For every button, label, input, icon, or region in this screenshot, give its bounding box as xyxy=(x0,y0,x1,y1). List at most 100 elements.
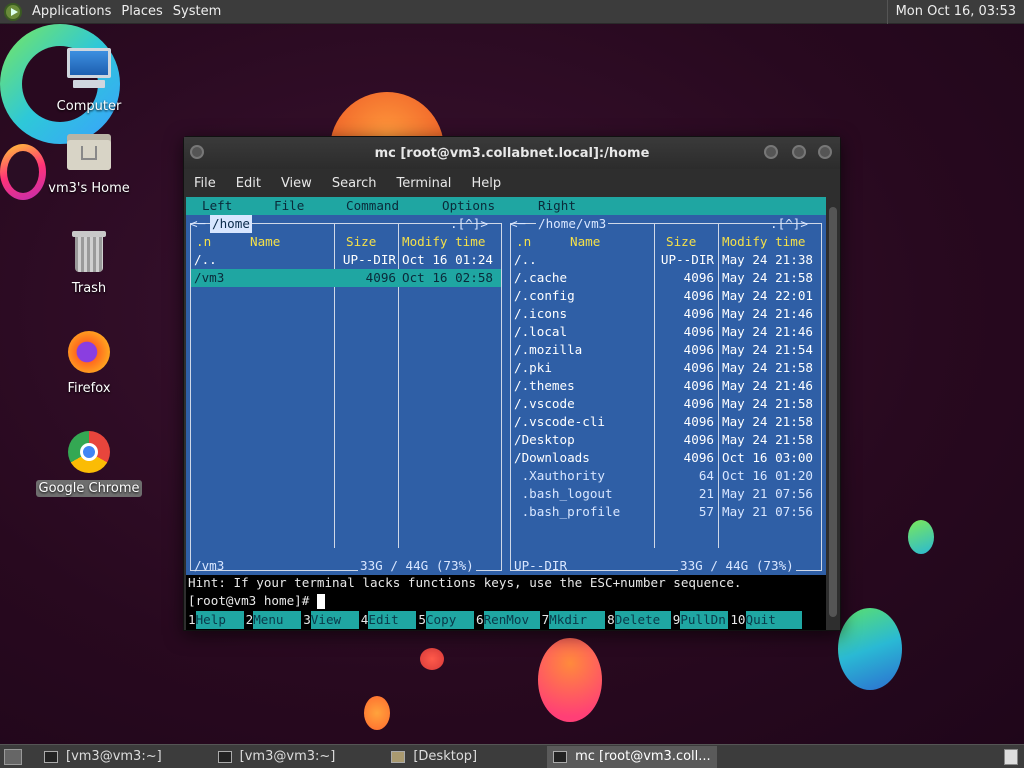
right-row-name[interactable]: /.cache xyxy=(514,269,567,287)
left-header-name[interactable]: Name xyxy=(250,233,280,251)
applications-icon[interactable] xyxy=(4,2,22,21)
window-menu-icon[interactable] xyxy=(190,145,204,159)
trash-icon xyxy=(65,228,113,276)
fkey-menu[interactable]: 2 Menu xyxy=(243,611,302,629)
fkey-label: Menu xyxy=(253,611,302,629)
fkey-mkdir[interactable]: 7 Mkdir xyxy=(539,611,606,629)
left-row-name[interactable]: /.. xyxy=(194,251,217,269)
right-row-time: May 24 21:58 xyxy=(722,396,813,411)
desktop-icon-label: Computer xyxy=(56,99,122,114)
right-row-name[interactable]: .bash_logout xyxy=(514,485,613,503)
right-row-time: May 24 21:58 xyxy=(722,414,813,429)
right-row-name[interactable]: /.. xyxy=(514,251,537,269)
menu-file[interactable]: File xyxy=(194,176,216,191)
taskbar-item-desktop[interactable]: [Desktop] xyxy=(385,746,483,768)
minimize-icon[interactable] xyxy=(764,145,778,159)
mc-left-panel[interactable]: <─ /home .[^]> .n Name Size Modify time … xyxy=(186,215,506,575)
mc-menu-left[interactable]: Left xyxy=(202,197,232,215)
desktop-icon-home[interactable]: vm3's Home xyxy=(34,128,144,197)
fkey-help[interactable]: 1 Help xyxy=(186,611,244,629)
right-panel-disk: 33G / 44G (73%) xyxy=(678,557,796,575)
fkey-quit[interactable]: 10 Quit xyxy=(728,611,802,629)
menu-search[interactable]: Search xyxy=(332,176,377,191)
left-row-name[interactable]: /vm3 xyxy=(194,269,225,287)
workspace-switcher[interactable] xyxy=(1004,748,1018,765)
left-panel-corner[interactable]: .[^]> xyxy=(450,215,488,233)
right-row-name[interactable]: /.themes xyxy=(514,377,575,395)
fkey-delete[interactable]: 8 Delete xyxy=(605,611,671,629)
shell-prompt[interactable]: [root@vm3 home]# xyxy=(188,593,325,609)
terminal-area[interactable]: Left File Command Options Right <─ /home… xyxy=(186,197,826,630)
right-row-size: 4096 xyxy=(683,450,714,465)
show-desktop-icon[interactable] xyxy=(4,748,22,765)
right-row-name[interactable]: /.vscode-cli xyxy=(514,413,605,431)
fkey-number: 9 xyxy=(670,611,681,629)
menu-system[interactable]: System xyxy=(173,4,221,19)
fkey-number: 10 xyxy=(728,611,746,629)
fkey-number: 3 xyxy=(301,611,311,629)
fkey-view[interactable]: 3 View xyxy=(301,611,359,629)
right-row-name[interactable]: /Desktop xyxy=(514,431,575,449)
firefox-icon xyxy=(65,328,113,376)
taskbar-item-terminal-1[interactable]: [vm3@vm3:~] xyxy=(38,746,168,768)
mc-menu-options[interactable]: Options xyxy=(442,197,495,215)
fkey-copy[interactable]: 5 Copy xyxy=(416,611,474,629)
right-row-time: May 24 21:46 xyxy=(722,306,813,321)
right-panel-corner[interactable]: .[^]> xyxy=(770,215,808,233)
right-row-time: May 21 07:56 xyxy=(722,504,813,519)
menu-terminal[interactable]: Terminal xyxy=(396,176,451,191)
fkey-edit[interactable]: 4 Edit xyxy=(358,611,417,629)
menu-help[interactable]: Help xyxy=(471,176,501,191)
right-row-name[interactable]: /.pki xyxy=(514,359,552,377)
right-row-name[interactable]: .Xauthority xyxy=(514,467,605,485)
left-header-modify[interactable]: Modify time xyxy=(402,233,485,251)
right-row-name[interactable]: /Downloads xyxy=(514,449,590,467)
menu-applications[interactable]: Applications xyxy=(32,4,111,19)
right-row-size: 4096 xyxy=(683,270,714,285)
menu-places[interactable]: Places xyxy=(121,4,162,19)
window-titlebar[interactable]: mc [root@vm3.collabnet.local]:/home xyxy=(184,137,840,169)
left-header-sort[interactable]: .n xyxy=(196,233,211,251)
taskbar-item-terminal-2[interactable]: [vm3@vm3:~] xyxy=(212,746,342,768)
fkey-label: PullDn xyxy=(680,611,729,629)
desktop-icon-trash[interactable]: Trash xyxy=(34,228,144,297)
window-title: mc [root@vm3.collabnet.local]:/home xyxy=(374,145,650,161)
left-panel-path[interactable]: /home xyxy=(210,215,252,233)
right-row-name[interactable]: /.icons xyxy=(514,305,567,323)
taskbar-item-mc[interactable]: mc [root@vm3.coll... xyxy=(547,745,717,768)
fkey-renmov[interactable]: 6 RenMov xyxy=(473,611,540,629)
right-row-name[interactable]: /.local xyxy=(514,323,567,341)
right-header-name[interactable]: Name xyxy=(570,233,600,251)
left-header-size[interactable]: Size xyxy=(346,233,376,251)
panel-clock[interactable]: Mon Oct 16, 03:53 xyxy=(886,0,1024,24)
right-row-name[interactable]: .bash_profile xyxy=(514,503,621,521)
fkey-label: Mkdir xyxy=(549,611,606,629)
menu-edit[interactable]: Edit xyxy=(236,176,261,191)
mc-menu-file[interactable]: File xyxy=(274,197,304,215)
right-panel-path[interactable]: /home/vm3 xyxy=(536,215,609,233)
mc-right-panel[interactable]: <─ /home/vm3 .[^]> .n Name Size Modify t… xyxy=(506,215,826,575)
mc-menu-command[interactable]: Command xyxy=(346,197,399,215)
desktop-icon-chrome[interactable]: Google Chrome xyxy=(34,428,144,497)
menu-view[interactable]: View xyxy=(281,176,312,191)
bottom-taskbar: [vm3@vm3:~] [vm3@vm3:~] [Desktop] mc [ro… xyxy=(0,744,1024,768)
right-row-size: UP--DIR xyxy=(660,252,714,267)
scrollbar-thumb[interactable] xyxy=(829,207,837,617)
right-row-name[interactable]: /.config xyxy=(514,287,575,305)
right-header-modify[interactable]: Modify time xyxy=(722,233,805,251)
mc-menu-right[interactable]: Right xyxy=(538,197,576,215)
desktop-icon-firefox[interactable]: Firefox xyxy=(34,328,144,397)
maximize-icon[interactable] xyxy=(792,145,806,159)
close-icon[interactable] xyxy=(818,145,832,159)
terminal-scrollbar[interactable] xyxy=(826,197,840,630)
right-row-time: May 24 21:46 xyxy=(722,324,813,339)
right-row-time: May 24 22:01 xyxy=(722,288,813,303)
prompt-text: [root@vm3 home]# xyxy=(188,593,317,608)
fkey-pulldn[interactable]: 9 PullDn xyxy=(670,611,729,629)
right-header-size[interactable]: Size xyxy=(666,233,696,251)
right-row-name[interactable]: /.mozilla xyxy=(514,341,582,359)
right-row-size: 4096 xyxy=(683,378,714,393)
right-row-name[interactable]: /.vscode xyxy=(514,395,575,413)
right-header-sort[interactable]: .n xyxy=(516,233,531,251)
desktop-icon-computer[interactable]: Computer xyxy=(34,46,144,115)
